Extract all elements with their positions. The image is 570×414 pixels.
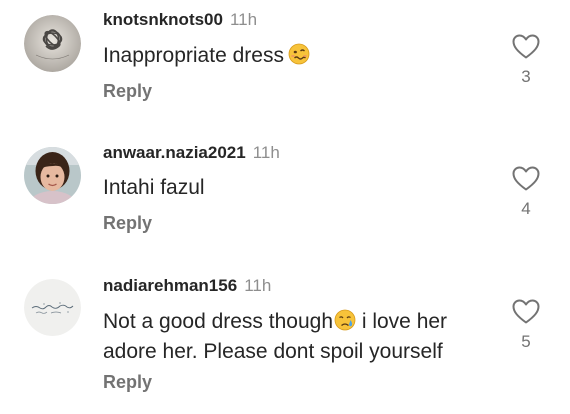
comment-text-before-emoji: Not a good dress though [103, 310, 333, 333]
timestamp: 11h [229, 10, 258, 29]
crying-face-emoji-icon [334, 309, 356, 338]
knot-logo-icon [24, 15, 81, 72]
timestamp: 11h [252, 143, 280, 162]
comment-text: Not a good dress though i love her adore… [103, 308, 493, 365]
comment-text: Inappropriate dress [103, 42, 493, 72]
woozy-face-emoji-icon [288, 43, 310, 72]
comment-text-content: Intahi fazul [103, 176, 205, 199]
reply-button[interactable]: Reply [103, 213, 152, 233]
like-count: 4 [521, 199, 531, 218]
like-count: 3 [521, 67, 531, 86]
comment-text: Intahi fazul [103, 174, 493, 201]
username[interactable]: anwaar.nazia2021 [103, 143, 246, 162]
comment-header: knotsnknots00 11h [103, 10, 257, 30]
username[interactable]: nadiarehman156 [103, 276, 237, 295]
comment-header: anwaar.nazia2021 11h [103, 143, 280, 163]
reply-button[interactable]: Reply [103, 81, 152, 101]
comment-header: nadiarehman156 11h [103, 276, 271, 296]
avatar[interactable] [24, 279, 81, 336]
username[interactable]: knotsnknots00 [103, 10, 223, 29]
heart-icon[interactable] [511, 34, 541, 59]
avatar[interactable] [24, 15, 81, 72]
timestamp: 11h [244, 276, 272, 295]
like-count: 5 [521, 332, 531, 351]
like-control: 3 [511, 34, 541, 86]
profile-photo-icon [24, 147, 81, 204]
heart-icon[interactable] [511, 166, 541, 191]
comment-text-content: Inappropriate dress [103, 44, 284, 67]
reply-button[interactable]: Reply [103, 372, 152, 392]
heart-icon[interactable] [511, 299, 541, 324]
like-control: 4 [511, 166, 541, 218]
like-control: 5 [511, 299, 541, 351]
calligraphy-avatar-icon [24, 279, 81, 336]
avatar[interactable] [24, 147, 81, 204]
